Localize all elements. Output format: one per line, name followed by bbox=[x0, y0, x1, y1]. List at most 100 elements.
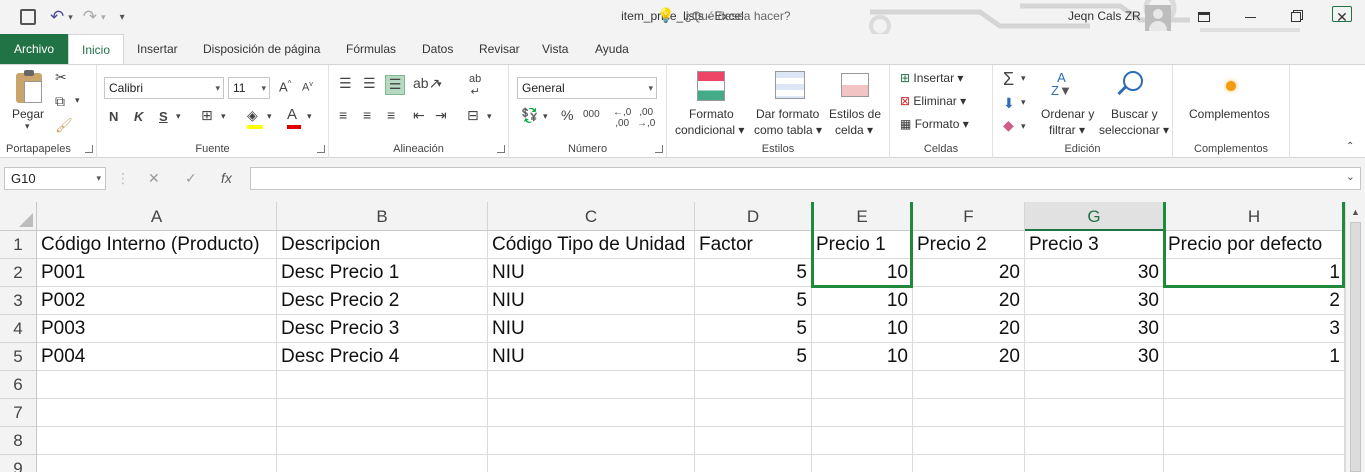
cell-g1[interactable]: Precio 3 bbox=[1025, 231, 1164, 259]
cell-g2[interactable]: 30 bbox=[1025, 259, 1164, 287]
cell-c8[interactable] bbox=[488, 427, 695, 455]
copy-icon[interactable]: ⧉ bbox=[55, 93, 65, 110]
font-size-combo[interactable]: 11 ▾ bbox=[228, 77, 270, 99]
cell-a8[interactable] bbox=[37, 427, 277, 455]
copy-dropdown-icon[interactable]: ▾ bbox=[75, 95, 80, 106]
decrease-indent-icon[interactable]: ⇤ bbox=[413, 107, 425, 124]
cell-h3[interactable]: 2 bbox=[1164, 287, 1345, 315]
row-header-7[interactable]: 7 bbox=[0, 399, 37, 427]
font-name-combo[interactable]: Calibri ▾ bbox=[104, 77, 224, 99]
clear-icon[interactable]: ◆ bbox=[1003, 117, 1014, 134]
cell-b7[interactable] bbox=[277, 399, 488, 427]
cell-b3[interactable]: Desc Precio 2 bbox=[277, 287, 488, 315]
name-box[interactable]: G10 ▾ bbox=[4, 167, 106, 190]
shrink-font-icon[interactable]: Av bbox=[302, 81, 313, 94]
tab-item-3[interactable]: Disposición de página bbox=[203, 34, 320, 64]
paste-button[interactable]: Pegar ▾ bbox=[8, 70, 50, 131]
vertical-scrollbar[interactable]: ▲ bbox=[1345, 202, 1365, 472]
fill-color-icon[interactable]: ◈ bbox=[247, 107, 263, 129]
tab-file[interactable]: Archivo bbox=[0, 34, 68, 64]
font-launcher-icon[interactable] bbox=[317, 145, 325, 153]
fill-dropdown-icon[interactable]: ▾ bbox=[1021, 97, 1026, 108]
tab-item-2[interactable]: Insertar bbox=[137, 34, 178, 64]
cell-b9[interactable] bbox=[277, 455, 488, 472]
insert-function-icon[interactable]: fx bbox=[221, 170, 232, 186]
row-header-3[interactable]: 3 bbox=[0, 287, 37, 315]
cell-h8[interactable] bbox=[1164, 427, 1345, 455]
cell-b1[interactable]: Descripcion bbox=[277, 231, 488, 259]
column-header-d[interactable]: D bbox=[695, 202, 812, 231]
cell-c3[interactable]: NIU bbox=[488, 287, 695, 315]
number-format-combo[interactable]: General ▾ bbox=[517, 77, 657, 99]
orientation-dropdown-icon[interactable]: ▾ bbox=[437, 79, 442, 90]
align-left-icon[interactable]: ≡ bbox=[339, 107, 347, 123]
column-header-b[interactable]: B bbox=[277, 202, 488, 231]
align-top-icon[interactable]: ☰ bbox=[339, 75, 352, 92]
cell-f5[interactable]: 20 bbox=[913, 343, 1025, 371]
column-header-c[interactable]: C bbox=[488, 202, 695, 231]
save-icon[interactable] bbox=[20, 9, 36, 25]
accounting-dropdown-icon[interactable]: ▾ bbox=[543, 111, 548, 122]
align-center-icon[interactable]: ≡ bbox=[363, 107, 371, 123]
cell-e7[interactable] bbox=[812, 399, 913, 427]
cell-h2[interactable]: 1 bbox=[1164, 259, 1345, 287]
tell-me-search[interactable]: 💡 ¿Qué desea hacer? bbox=[657, 0, 791, 30]
cell-b4[interactable]: Desc Precio 3 bbox=[277, 315, 488, 343]
cell-b2[interactable]: Desc Precio 1 bbox=[277, 259, 488, 287]
find-select-button[interactable]: Buscar y seleccionar ▾ bbox=[1097, 69, 1171, 139]
font-color-dropdown-icon[interactable]: ▾ bbox=[307, 111, 312, 122]
cell-f3[interactable]: 20 bbox=[913, 287, 1025, 315]
cell-e8[interactable] bbox=[812, 427, 913, 455]
cell-g8[interactable] bbox=[1025, 427, 1164, 455]
font-color-icon[interactable]: A bbox=[287, 106, 301, 129]
cell-a5[interactable]: P004 bbox=[37, 343, 277, 371]
autosum-dropdown-icon[interactable]: ▾ bbox=[1021, 73, 1026, 84]
avatar[interactable] bbox=[1145, 5, 1171, 31]
cell-a1[interactable]: Código Interno (Producto) bbox=[37, 231, 277, 259]
align-middle-icon[interactable]: ☰ bbox=[363, 75, 376, 92]
grow-font-icon[interactable]: A^ bbox=[279, 79, 291, 94]
cell-d3[interactable]: 5 bbox=[695, 287, 812, 315]
cell-d7[interactable] bbox=[695, 399, 812, 427]
cell-f8[interactable] bbox=[913, 427, 1025, 455]
cell-e6[interactable] bbox=[812, 371, 913, 399]
cell-c5[interactable]: NIU bbox=[488, 343, 695, 371]
number-launcher-icon[interactable] bbox=[655, 145, 663, 153]
collapse-ribbon-icon[interactable]: ⌃ bbox=[1346, 141, 1354, 152]
cell-e1[interactable]: Precio 1 bbox=[812, 231, 913, 259]
autosum-icon[interactable]: Σ bbox=[1003, 69, 1014, 90]
cell-h6[interactable] bbox=[1164, 371, 1345, 399]
cell-h5[interactable]: 1 bbox=[1164, 343, 1345, 371]
cell-e3[interactable]: 10 bbox=[812, 287, 913, 315]
redo-dropdown-icon[interactable]: ▾ bbox=[101, 12, 106, 23]
cell-d4[interactable]: 5 bbox=[695, 315, 812, 343]
cell-styles-button[interactable]: Estilos de celda ▾ bbox=[827, 69, 887, 139]
redo-icon[interactable]: ↷ bbox=[83, 7, 97, 27]
cell-d6[interactable] bbox=[695, 371, 812, 399]
underline-button[interactable]: S bbox=[159, 109, 168, 124]
cell-g7[interactable] bbox=[1025, 399, 1164, 427]
row-header-9[interactable]: 9 bbox=[0, 455, 37, 472]
scrollbar-thumb[interactable] bbox=[1350, 222, 1361, 472]
borders-icon[interactable]: ⊞ bbox=[201, 107, 213, 124]
cell-c4[interactable]: NIU bbox=[488, 315, 695, 343]
cell-h4[interactable]: 3 bbox=[1164, 315, 1345, 343]
cell-c6[interactable] bbox=[488, 371, 695, 399]
cell-g6[interactable] bbox=[1025, 371, 1164, 399]
scroll-up-icon[interactable]: ▲ bbox=[1351, 207, 1360, 217]
cut-icon[interactable]: ✂ bbox=[55, 69, 67, 86]
cell-f1[interactable]: Precio 2 bbox=[913, 231, 1025, 259]
borders-dropdown-icon[interactable]: ▾ bbox=[221, 111, 226, 122]
expand-formula-bar-icon[interactable]: ⌄ bbox=[1346, 170, 1355, 183]
italic-button[interactable]: K bbox=[134, 109, 143, 124]
cell-g5[interactable]: 30 bbox=[1025, 343, 1164, 371]
tab-item-4[interactable]: Fórmulas bbox=[346, 34, 396, 64]
tab-item-8[interactable]: Ayuda bbox=[595, 34, 629, 64]
cell-e4[interactable]: 10 bbox=[812, 315, 913, 343]
cell-f4[interactable]: 20 bbox=[913, 315, 1025, 343]
row-header-2[interactable]: 2 bbox=[0, 259, 37, 287]
column-header-g[interactable]: G bbox=[1025, 202, 1164, 231]
percent-icon[interactable]: % bbox=[561, 107, 573, 123]
cell-c7[interactable] bbox=[488, 399, 695, 427]
enter-check-icon[interactable]: ✓ bbox=[185, 170, 197, 187]
